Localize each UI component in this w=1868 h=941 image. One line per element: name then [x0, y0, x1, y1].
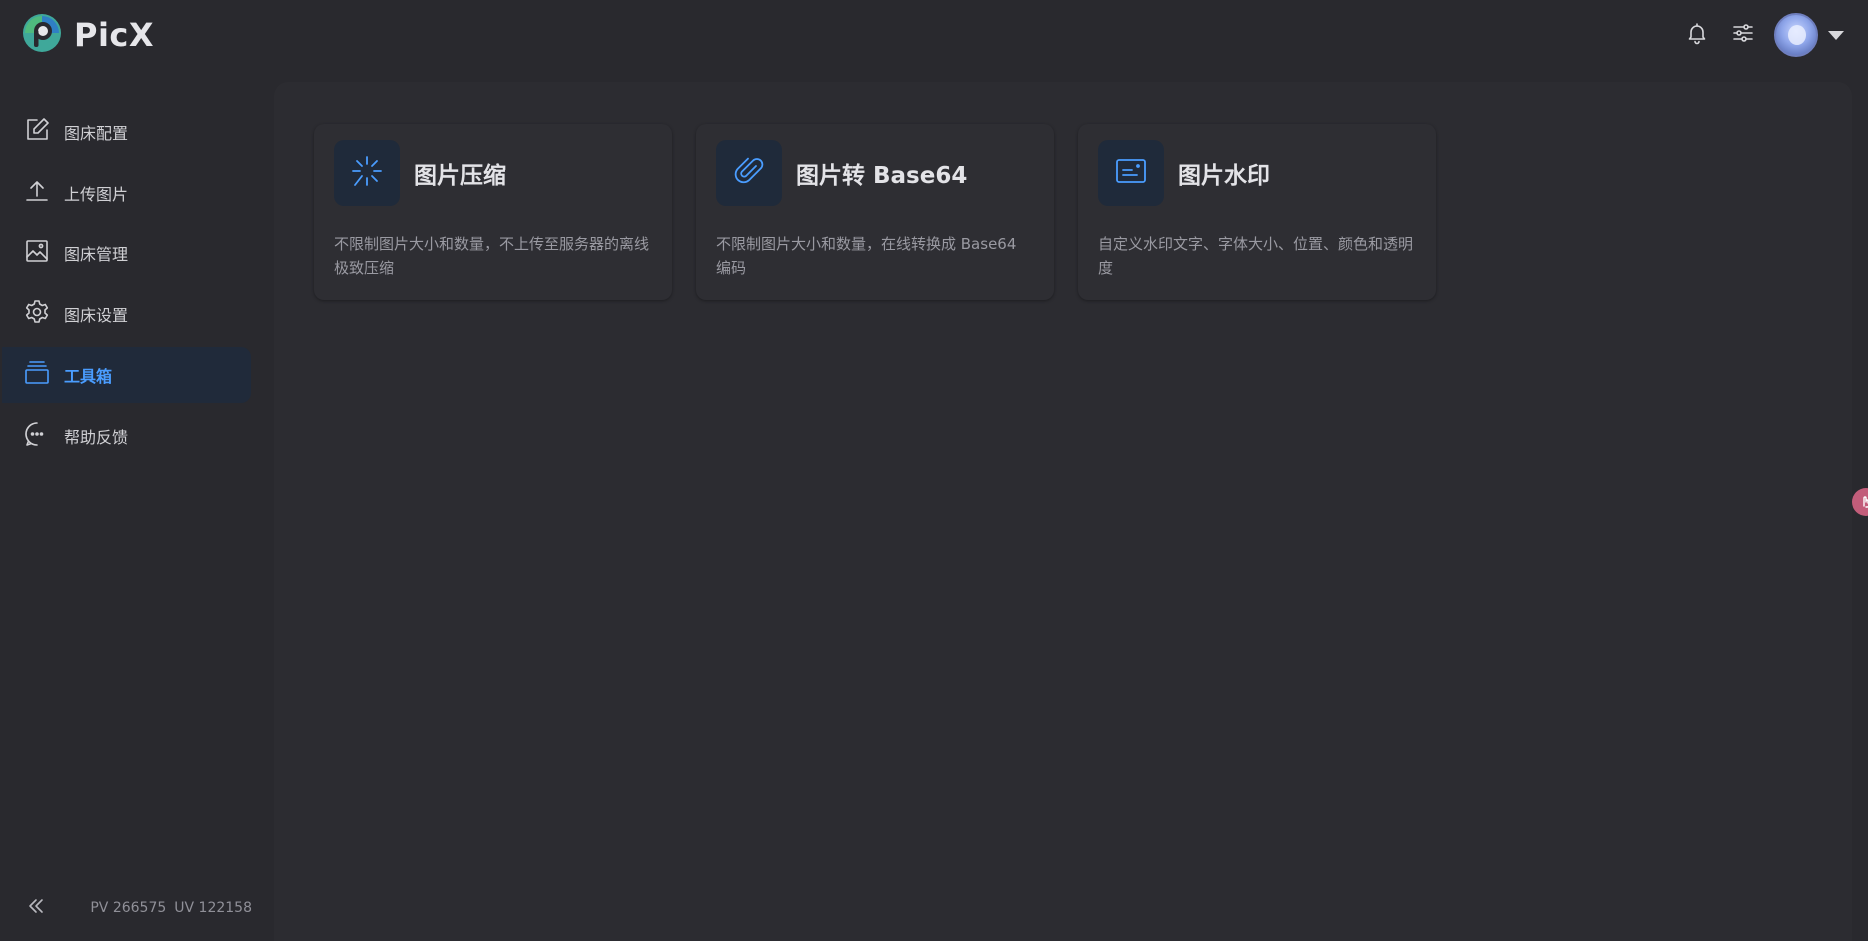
collapse-sidebar-button[interactable]: [24, 896, 48, 920]
pv-count: PV 266575: [90, 900, 167, 916]
toolbox-icon: [24, 360, 50, 390]
uv-count: UV 122158: [174, 900, 252, 916]
brand-name: PicX: [74, 16, 155, 54]
notification-button[interactable]: [1674, 12, 1720, 58]
sidebar-item-toolbox[interactable]: 工具箱: [2, 347, 251, 403]
sidebar-item-upload[interactable]: 上传图片: [2, 165, 251, 221]
double-chevron-left-icon: [27, 897, 45, 919]
floating-action-button[interactable]: [1852, 488, 1868, 516]
sidebar-item-label: 图床设置: [64, 306, 129, 325]
top-header: PicX: [0, 0, 1868, 70]
card-header: 图片压缩: [334, 140, 652, 206]
gear-icon: [24, 299, 50, 329]
tool-card-base64[interactable]: 图片转 Base64 不限制图片大小和数量，在线转换成 Base64 编码: [696, 124, 1054, 300]
app-root: PicX 图床配置 上传图片 图床管理 图床设置 工具箱 帮助反馈 PV 266…: [0, 0, 1868, 941]
sidebar: 图床配置 上传图片 图床管理 图床设置 工具箱 帮助反馈: [0, 92, 270, 941]
compress-sparkle-icon: [350, 154, 384, 192]
user-avatar[interactable]: [1774, 13, 1818, 57]
watermark-card-icon: [1114, 154, 1148, 192]
brand[interactable]: PicX: [22, 13, 154, 57]
sidebar-item-image-bed-settings[interactable]: 图床设置: [2, 286, 251, 342]
chat-icon: [24, 421, 50, 451]
chevron-down-icon[interactable]: [1828, 30, 1844, 40]
card-description: 不限制图片大小和数量，不上传至服务器的离线极致压缩: [334, 235, 650, 277]
upload-icon: [24, 178, 50, 208]
card-description: 自定义水印文字、字体大小、位置、颜色和透明度: [1098, 235, 1414, 277]
sidebar-item-label: 上传图片: [64, 185, 129, 204]
edit-icon: [24, 117, 50, 147]
card-title: 图片转 Base64: [796, 163, 968, 189]
hand-pointer-icon: [1859, 493, 1868, 512]
sidebar-item-help-feedback[interactable]: 帮助反馈: [2, 408, 251, 464]
sidebar-footer: PV 266575 UV 122158: [0, 880, 270, 936]
sidebar-item-image-bed-config[interactable]: 图床配置: [2, 104, 251, 160]
sidebar-item-label: 图床管理: [64, 245, 129, 264]
main-content: 图片压缩 不限制图片大小和数量，不上传至服务器的离线极致压缩 图片转 Base6…: [274, 82, 1852, 941]
sidebar-item-label: 图床配置: [64, 124, 129, 143]
visit-stats: PV 266575 UV 122158: [90, 900, 252, 916]
sliders-icon: [1731, 21, 1755, 49]
card-title: 图片水印: [1178, 163, 1270, 189]
sidebar-item-label: 工具箱: [64, 367, 113, 386]
tool-card-watermark[interactable]: 图片水印 自定义水印文字、字体大小、位置、颜色和透明度: [1078, 124, 1436, 300]
header-actions: [1674, 12, 1844, 58]
sidebar-item-image-bed-management[interactable]: 图床管理: [2, 225, 251, 281]
card-icon-box: [716, 140, 782, 206]
card-header: 图片转 Base64: [716, 140, 1034, 206]
card-header: 图片水印: [1098, 140, 1416, 206]
bell-icon: [1685, 21, 1709, 49]
card-icon-box: [334, 140, 400, 206]
card-description: 不限制图片大小和数量，在线转换成 Base64 编码: [716, 235, 1017, 277]
paperclip-icon: [732, 154, 766, 192]
sidebar-item-label: 帮助反馈: [64, 428, 129, 447]
card-icon-box: [1098, 140, 1164, 206]
card-title: 图片压缩: [414, 163, 506, 189]
tool-card-compress[interactable]: 图片压缩 不限制图片大小和数量，不上传至服务器的离线极致压缩: [314, 124, 672, 300]
picx-logo-icon: [22, 13, 62, 57]
settings-sliders-button[interactable]: [1720, 12, 1766, 58]
image-icon: [24, 238, 50, 268]
